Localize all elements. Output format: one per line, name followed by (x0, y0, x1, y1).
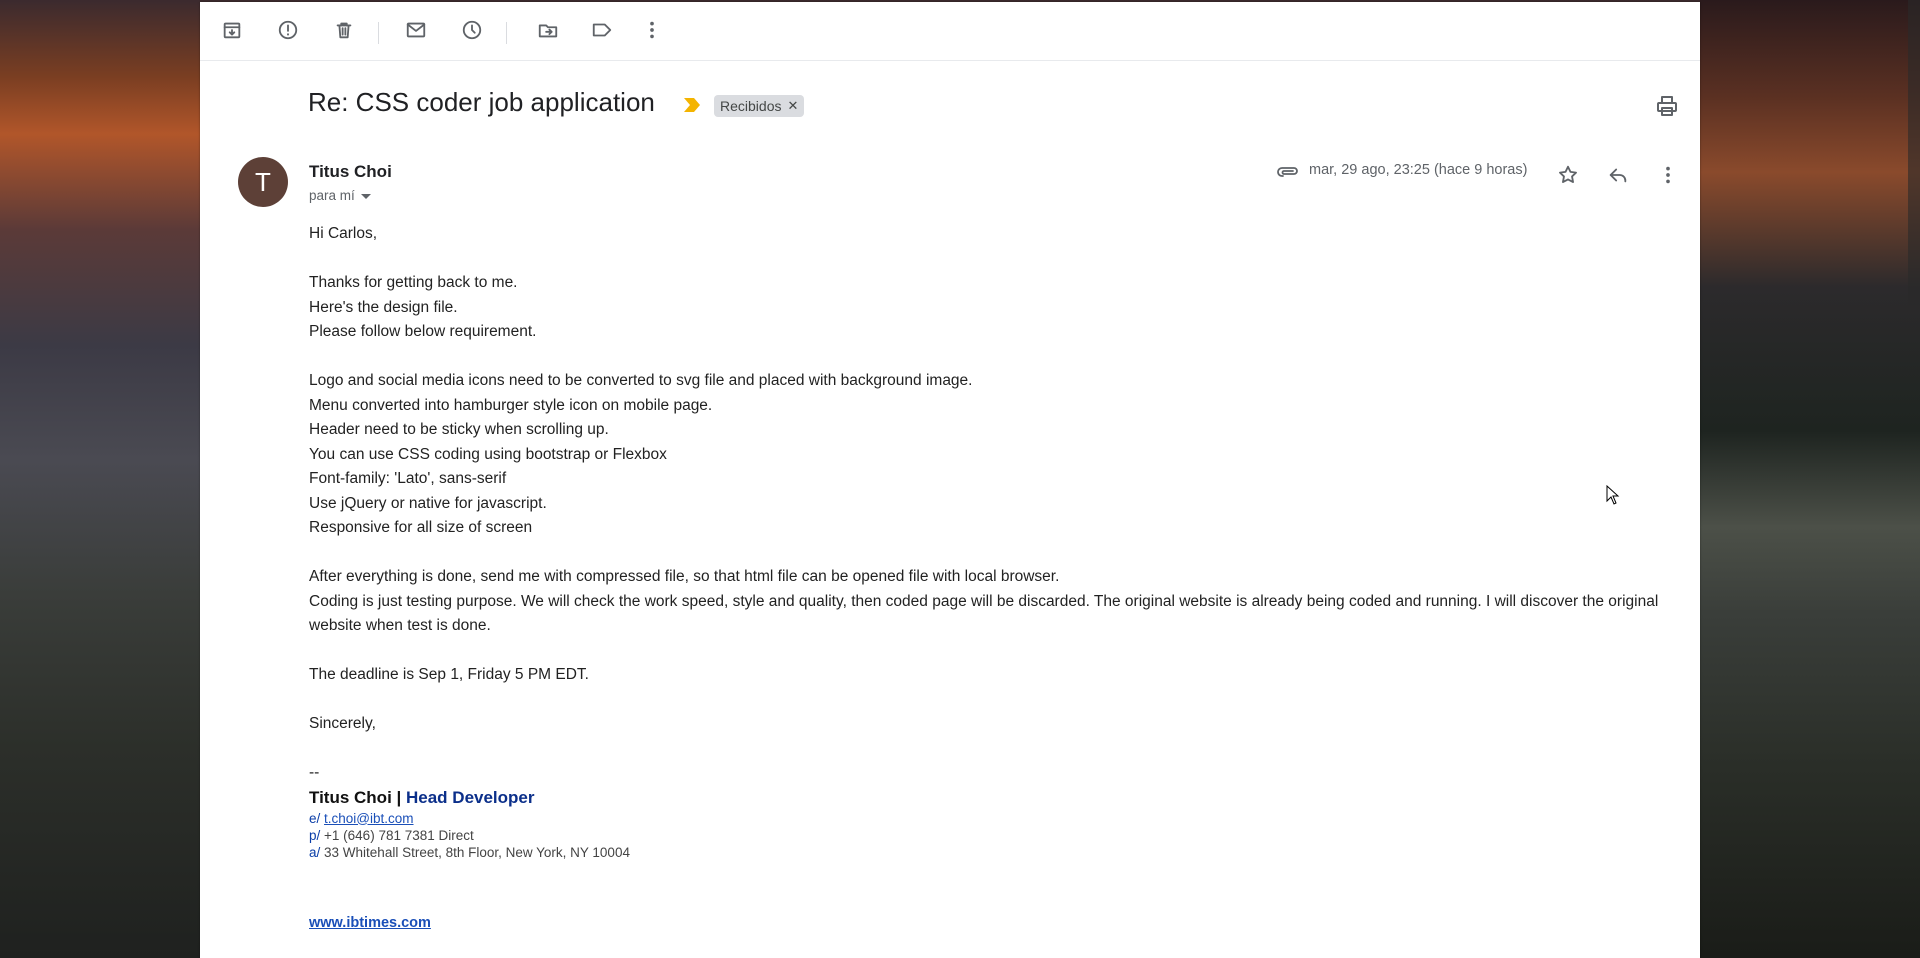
snooze-icon[interactable] (458, 16, 486, 44)
signature-email-link[interactable]: t.choi@ibt.com (324, 811, 413, 826)
archive-icon[interactable] (218, 16, 246, 44)
body-line: Header need to be sticky when scrolling … (309, 421, 609, 438)
more-vert-icon[interactable] (1653, 160, 1683, 190)
more-vert-icon[interactable] (638, 16, 666, 44)
message-date: mar, 29 ago, 23:25 (hace 9 horas) (1309, 162, 1528, 178)
signature-address: 33 Whitehall Street, 8th Floor, New York… (324, 844, 630, 860)
label-chip-inbox: Recibidos ✕ (714, 95, 805, 117)
background-landscape (1700, 0, 1920, 958)
body-line: Logo and social media icons need to be c… (309, 372, 973, 389)
signature-person: Titus Choi | (309, 787, 406, 807)
body-line: Thanks for getting back to me. (309, 274, 518, 291)
label-chip-text: Recibidos (720, 98, 782, 114)
star-icon[interactable] (1553, 160, 1583, 190)
mark-unread-icon[interactable] (402, 16, 430, 44)
move-to-icon[interactable] (534, 16, 562, 44)
delete-icon[interactable] (330, 16, 358, 44)
recipient-toggle[interactable]: para mí (309, 188, 371, 203)
email-panel: Re: CSS coder job application Recibidos … (200, 2, 1700, 958)
signature-phone: +1 (646) 781 7381 Direct (324, 827, 474, 843)
phone-key: p/ (309, 827, 321, 843)
attachment-icon (1277, 167, 1298, 177)
signature-name: Titus Choi | Head Developer (309, 786, 1679, 810)
reply-icon[interactable] (1603, 160, 1633, 190)
address-key: a/ (309, 844, 321, 860)
body-line: Coding is just testing purpose. We will … (309, 592, 1659, 635)
body-line: Responsive for all size of screen (309, 519, 533, 536)
signature-address-row: a/ 33 Whitehall Street, 8th Floor, New Y… (309, 844, 1679, 861)
signature-phone-row: p/ +1 (646) 781 7381 Direct (309, 827, 1679, 844)
report-spam-icon[interactable] (274, 16, 302, 44)
label-icon[interactable] (588, 16, 616, 44)
signature-role: Head Developer (406, 787, 535, 807)
signature-website-link[interactable]: www.ibtimes.com (309, 911, 431, 936)
print-icon[interactable] (1655, 94, 1679, 118)
body-line: Sincerely, (309, 715, 376, 732)
toolbar-divider (506, 22, 507, 44)
body-line: Please follow below requirement. (309, 323, 537, 340)
signature: -- Titus Choi | Head Developer e/ t.choi… (309, 761, 1679, 935)
remove-label-icon[interactable]: ✕ (787, 95, 798, 117)
importance-marker-icon[interactable] (684, 98, 700, 112)
email-body: Hi Carlos, Thanks for getting back to me… (309, 222, 1679, 935)
recipient-label: para mí (309, 188, 355, 203)
body-line: Menu converted into hamburger style icon… (309, 396, 713, 414)
mouse-cursor-icon (1606, 485, 1620, 505)
toolbar-divider (378, 22, 379, 44)
email-subject: Re: CSS coder job application (308, 87, 655, 117)
toolbar (200, 2, 1700, 61)
body-line: You can use CSS coding using bootstrap o… (309, 445, 667, 463)
signature-email-row: e/ t.choi@ibt.com (309, 810, 1679, 827)
avatar[interactable]: T (238, 157, 288, 207)
scrollbar[interactable] (1908, 0, 1920, 305)
email-key: e/ (309, 810, 321, 826)
signature-separator: -- (309, 764, 320, 781)
body-line: Here's the design file. (309, 298, 458, 316)
body-line: Use jQuery or native for javascript. (309, 494, 547, 512)
body-line: Hi Carlos, (309, 225, 378, 242)
body-line: Font-family: 'Lato', sans-serif (309, 470, 507, 487)
sender-name[interactable]: Titus Choi (309, 162, 392, 182)
chevron-down-icon[interactable] (360, 194, 371, 199)
body-line: The deadline is Sep 1, Friday 5 PM EDT. (309, 666, 589, 683)
body-line: After everything is done, send me with c… (309, 568, 1060, 585)
